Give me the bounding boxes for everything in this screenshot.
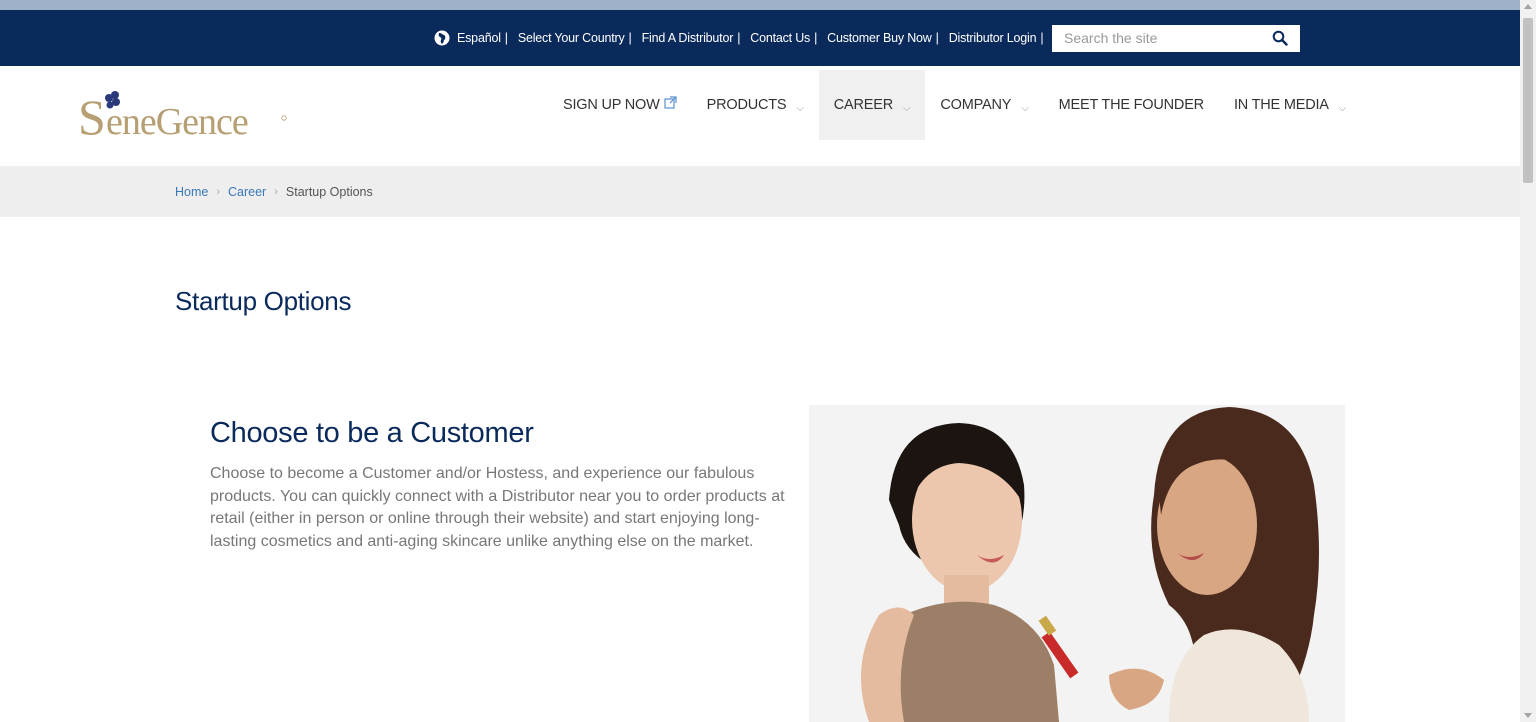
chevron-down-icon: ⌵ bbox=[903, 102, 911, 114]
separator: | bbox=[935, 31, 939, 45]
customer-buy-now-link[interactable]: Customer Buy Now bbox=[827, 31, 932, 45]
breadcrumb-current: Startup Options bbox=[285, 184, 373, 199]
utility-links: Español | Select Your Country | Find A Dis… bbox=[434, 10, 1053, 66]
breadcrumb: Home › Career › Startup Options bbox=[175, 166, 373, 217]
nav-label: SIGN UP NOW bbox=[563, 97, 660, 113]
nav-in-the-media[interactable]: IN THE MEDIA ⌵ bbox=[1219, 70, 1361, 140]
search-box bbox=[1052, 25, 1300, 52]
chevron-down-icon: ⌵ bbox=[1338, 102, 1347, 114]
nav-label: CAREER bbox=[833, 97, 894, 113]
external-link-icon bbox=[664, 95, 677, 109]
main-header: S eneGence SIGN UP NOW PRODUCTS ⌵ CAREER… bbox=[0, 66, 1520, 166]
separator: | bbox=[1040, 31, 1044, 45]
chevron-down-icon: ⌵ bbox=[1021, 102, 1029, 114]
globe-icon bbox=[434, 30, 450, 46]
women-with-lipstick-photo bbox=[809, 405, 1345, 722]
top-strip bbox=[0, 0, 1536, 10]
chevron-right-icon: › bbox=[274, 185, 278, 198]
section-title: Choose to be a Customer bbox=[210, 417, 534, 449]
separator: | bbox=[737, 31, 741, 45]
separator: | bbox=[814, 31, 818, 45]
separator: | bbox=[504, 31, 508, 45]
contact-us-link[interactable]: Contact Us bbox=[750, 31, 810, 45]
section-body: Choose to become a Customer and/or Hoste… bbox=[210, 465, 785, 550]
scroll-down-icon[interactable] bbox=[1524, 713, 1532, 718]
utility-bar: Español | Select Your Country | Find A Dis… bbox=[0, 10, 1520, 66]
search-icon[interactable] bbox=[1272, 30, 1288, 46]
search-input[interactable] bbox=[1052, 25, 1286, 50]
nav-label: IN THE MEDIA bbox=[1233, 97, 1329, 113]
svg-text:eneGence: eneGence bbox=[106, 101, 248, 140]
page-scrollbar[interactable] bbox=[1520, 0, 1536, 722]
select-country-link[interactable]: Select Your Country bbox=[518, 31, 625, 45]
breadcrumb-home[interactable]: Home bbox=[175, 185, 208, 199]
nav-company[interactable]: COMPANY ⌵ bbox=[925, 70, 1043, 140]
nav-career[interactable]: CAREER ⌵ bbox=[818, 70, 926, 140]
nav-meet-the-founder[interactable]: MEET THE FOUNDER bbox=[1044, 70, 1219, 140]
chevron-down-icon: ⌵ bbox=[796, 102, 804, 114]
espanol-link[interactable]: Español bbox=[457, 31, 501, 45]
main-nav: SIGN UP NOW PRODUCTS ⌵ CAREER ⌵ COMPANY … bbox=[548, 70, 1361, 140]
svg-text:S: S bbox=[78, 89, 106, 140]
distributor-login-link[interactable]: Distributor Login bbox=[949, 31, 1037, 45]
breadcrumb-career[interactable]: Career bbox=[228, 185, 266, 199]
nav-sign-up-now[interactable]: SIGN UP NOW bbox=[548, 70, 692, 140]
nav-label: COMPANY bbox=[940, 97, 1012, 113]
breadcrumb-bar: Home › Career › Startup Options bbox=[0, 166, 1520, 217]
nav-products[interactable]: PRODUCTS ⌵ bbox=[692, 70, 819, 140]
scroll-thumb[interactable] bbox=[1523, 18, 1533, 183]
find-distributor-link[interactable]: Find A Distributor bbox=[642, 31, 734, 45]
nav-label: MEET THE FOUNDER bbox=[1058, 97, 1205, 113]
page-title: Startup Options bbox=[175, 286, 352, 316]
chevron-right-icon: › bbox=[216, 185, 221, 198]
nav-label: PRODUCTS bbox=[706, 97, 787, 113]
separator: | bbox=[628, 31, 632, 45]
senegence-logo[interactable]: S eneGence bbox=[78, 84, 290, 140]
scroll-up-icon[interactable] bbox=[1524, 4, 1532, 9]
